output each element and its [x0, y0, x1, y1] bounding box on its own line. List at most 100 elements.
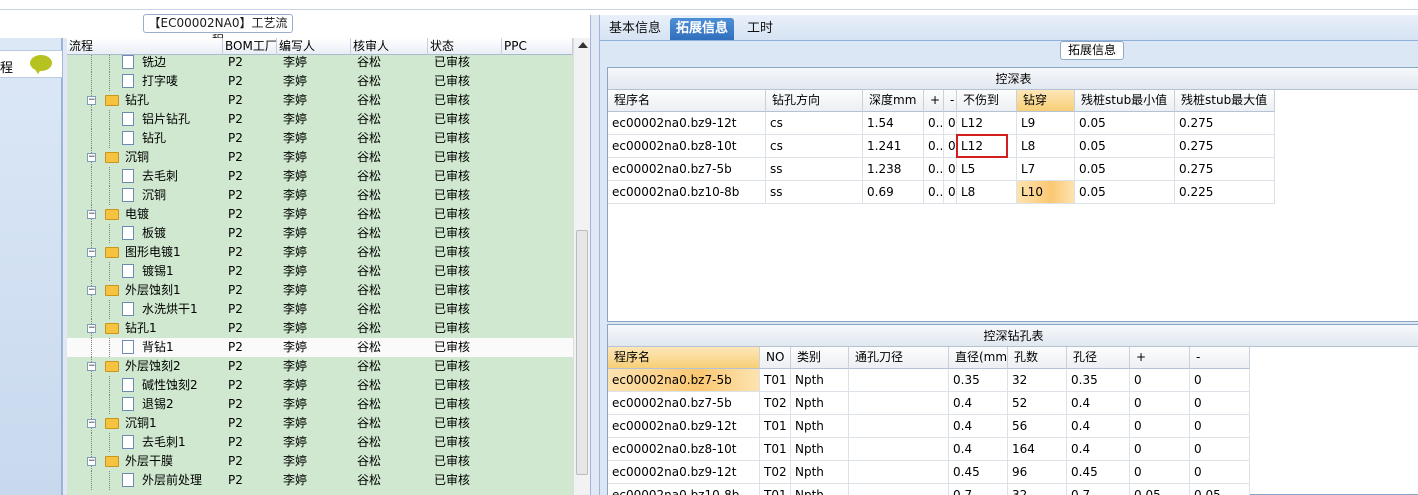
table-cell[interactable]: 32: [1008, 484, 1067, 495]
tree-row[interactable]: 沉铜 P2 李婷 谷松 已审核: [67, 186, 573, 205]
table-cell[interactable]: [849, 438, 949, 461]
table-cell[interactable]: ec00002na0.bz7-5b: [608, 369, 760, 392]
tree-row[interactable]: 去毛刺1 P2 李婷 谷松 已审核: [67, 433, 573, 452]
grid-column-header[interactable]: 状态: [428, 38, 502, 55]
table-column-header[interactable]: -: [1190, 347, 1250, 369]
table-cell[interactable]: T02: [760, 392, 791, 415]
table-cell[interactable]: 0: [1190, 438, 1250, 461]
table-cell[interactable]: ec00002na0.bz8-10t: [608, 135, 766, 158]
tree-row[interactable]: − 外层干膜 P2 李婷 谷松 已审核: [67, 452, 573, 471]
collapse-toggle-icon[interactable]: −: [87, 286, 96, 295]
table-cell[interactable]: [849, 392, 949, 415]
table-cell[interactable]: ec00002na0.bz7-5b: [608, 158, 766, 181]
tree-row[interactable]: − 钻孔 P2 李婷 谷松 已审核: [67, 91, 573, 110]
table-cell[interactable]: Npth: [791, 392, 849, 415]
table-column-header[interactable]: 直径(mm): [949, 347, 1008, 369]
tree-row[interactable]: − 外层蚀刻2 P2 李婷 谷松 已审核: [67, 357, 573, 376]
table-cell[interactable]: 0.4: [1067, 415, 1130, 438]
table-cell[interactable]: L5: [957, 158, 1017, 181]
tree-row[interactable]: − 沉铜1 P2 李婷 谷松 已审核: [67, 414, 573, 433]
table-cell[interactable]: 0..: [924, 112, 944, 135]
tree-row[interactable]: 铣边 P2 李婷 谷松 已审核: [67, 55, 573, 72]
table-cell[interactable]: Npth: [791, 484, 849, 495]
tree-row[interactable]: 铝片钻孔 P2 李婷 谷松 已审核: [67, 110, 573, 129]
tree-row[interactable]: 退锡2 P2 李婷 谷松 已审核: [67, 395, 573, 414]
collapse-toggle-icon[interactable]: −: [87, 362, 96, 371]
table-column-header[interactable]: 残桩stub最大值: [1175, 90, 1275, 112]
table-cell[interactable]: 0.275: [1175, 135, 1275, 158]
grid-column-header[interactable]: BOM工厂: [223, 38, 277, 55]
tree-row[interactable]: − 图形电镀1 P2 李婷 谷松 已审核: [67, 243, 573, 262]
table-cell[interactable]: [849, 461, 949, 484]
table-cell[interactable]: 0..: [944, 112, 957, 135]
tree-row[interactable]: 水洗烘干1 P2 李婷 谷松 已审核: [67, 300, 573, 319]
table-cell[interactable]: 0.4: [1067, 392, 1130, 415]
table-cell[interactable]: ss: [766, 158, 863, 181]
table-cell[interactable]: T01: [760, 415, 791, 438]
table-cell[interactable]: 96: [1008, 461, 1067, 484]
table-cell[interactable]: 0: [1130, 461, 1190, 484]
table-cell[interactable]: [849, 484, 949, 495]
table-column-header[interactable]: 类别: [791, 347, 849, 369]
table-cell[interactable]: 0.35: [1067, 369, 1130, 392]
table-column-header[interactable]: 程序名: [608, 347, 760, 369]
table-cell[interactable]: T01: [760, 369, 791, 392]
grid-column-header[interactable]: PPC: [502, 38, 573, 55]
table-cell[interactable]: 0.4: [1067, 438, 1130, 461]
table-column-header[interactable]: +: [924, 90, 944, 112]
table-cell[interactable]: L9: [1017, 112, 1075, 135]
table-cell[interactable]: ec00002na0.bz10-8b: [608, 181, 766, 204]
table-cell[interactable]: 0.45: [949, 461, 1008, 484]
tree-row[interactable]: 镀锡1 P2 李婷 谷松 已审核: [67, 262, 573, 281]
table-cell[interactable]: Npth: [791, 461, 849, 484]
table-column-header[interactable]: 深度mm: [863, 90, 924, 112]
table-cell[interactable]: ec00002na0.bz10-8b: [608, 484, 760, 495]
collapse-toggle-icon[interactable]: −: [87, 457, 96, 466]
tab-1[interactable]: 拓展信息: [670, 18, 735, 40]
table-cell[interactable]: 56: [1008, 415, 1067, 438]
table-cell[interactable]: cs: [766, 112, 863, 135]
scroll-up-arrow-icon[interactable]: [578, 42, 588, 48]
table-cell[interactable]: 0.7: [949, 484, 1008, 495]
table-cell[interactable]: 0.05: [1075, 135, 1175, 158]
table-cell[interactable]: 0.225: [1175, 181, 1275, 204]
process-grid-scrollbar[interactable]: [573, 38, 590, 495]
collapse-toggle-icon[interactable]: −: [87, 153, 96, 162]
table-cell[interactable]: 0.05: [1130, 484, 1190, 495]
tree-row[interactable]: 外层前处理 P2 李婷 谷松 已审核: [67, 471, 573, 490]
collapse-toggle-icon[interactable]: −: [87, 248, 96, 257]
table-cell[interactable]: 52: [1008, 392, 1067, 415]
table-cell[interactable]: 0.69: [863, 181, 924, 204]
table-column-header[interactable]: 孔数: [1008, 347, 1067, 369]
table-cell[interactable]: 0.05: [1075, 181, 1175, 204]
table-cell[interactable]: 0.4: [949, 415, 1008, 438]
table-cell[interactable]: 1.241: [863, 135, 924, 158]
table-cell[interactable]: 0: [1130, 415, 1190, 438]
table-cell[interactable]: 164: [1008, 438, 1067, 461]
nav-item-process[interactable]: 程: [0, 50, 62, 78]
tree-row[interactable]: − 电镀 P2 李婷 谷松 已审核: [67, 205, 573, 224]
table-cell[interactable]: 0: [1190, 369, 1250, 392]
collapse-toggle-icon[interactable]: −: [87, 324, 96, 333]
table-cell[interactable]: 32: [1008, 369, 1067, 392]
table-column-header[interactable]: 通孔刀径: [849, 347, 949, 369]
table-cell[interactable]: 0: [1190, 415, 1250, 438]
table-column-header[interactable]: 钻穿: [1017, 90, 1075, 112]
table-cell[interactable]: ec00002na0.bz8-10t: [608, 438, 760, 461]
table-cell[interactable]: ss: [766, 181, 863, 204]
table-cell[interactable]: L12: [957, 112, 1017, 135]
table-column-header[interactable]: 程序名: [608, 90, 766, 112]
table-cell[interactable]: Npth: [791, 369, 849, 392]
table-column-header[interactable]: +: [1130, 347, 1190, 369]
table-column-header[interactable]: -: [944, 90, 957, 112]
collapse-toggle-icon[interactable]: −: [87, 419, 96, 428]
tree-row[interactable]: − 钻孔1 P2 李婷 谷松 已审核: [67, 319, 573, 338]
tab-2[interactable]: 工时: [741, 18, 779, 40]
table-cell[interactable]: 0.4: [949, 392, 1008, 415]
table-cell[interactable]: 0.05: [1075, 158, 1175, 181]
table-cell[interactable]: 0.05: [1075, 112, 1175, 135]
table-column-header[interactable]: 残桩stub最小值: [1075, 90, 1175, 112]
tab-0[interactable]: 基本信息: [603, 18, 667, 40]
table-cell[interactable]: [849, 369, 949, 392]
table-cell[interactable]: 1.238: [863, 158, 924, 181]
